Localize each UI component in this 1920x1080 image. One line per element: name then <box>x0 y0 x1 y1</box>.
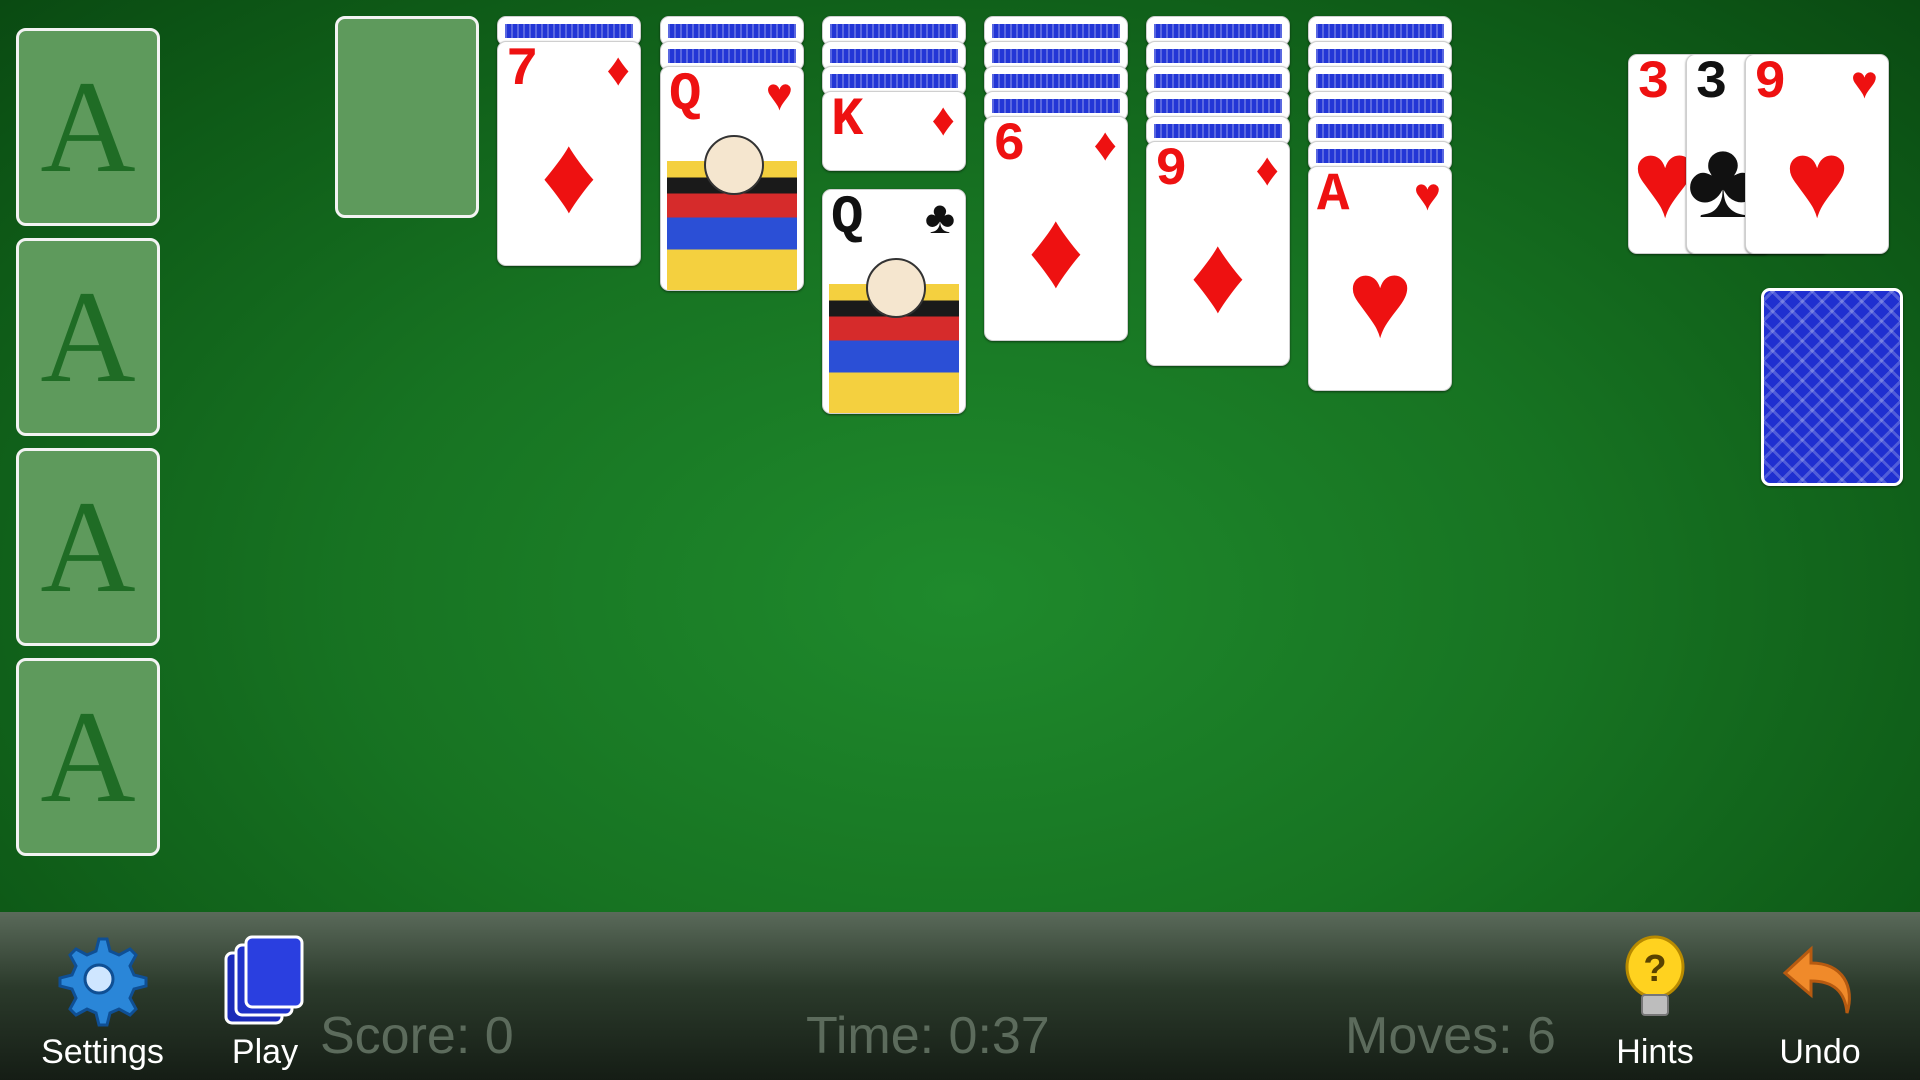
settings-label: Settings <box>41 1033 164 1071</box>
card-center-suit: ♦ <box>1189 213 1247 336</box>
lightbulb-icon: ? <box>1625 935 1685 1016</box>
card-rank: A <box>1317 166 1350 226</box>
card-suit: ♦ <box>1093 118 1117 170</box>
card-suit: ♣ <box>924 191 955 243</box>
court-card-face <box>866 258 926 318</box>
tableau-card[interactable]: 9 ♦ ♦ <box>1146 141 1290 366</box>
moves-display: Moves: 6 <box>1345 1007 1556 1065</box>
card-suit: ♦ <box>606 43 630 95</box>
card-center-suit: ♦ <box>1027 188 1085 311</box>
tableau-card[interactable]: 6 ♦ ♦ <box>984 116 1128 341</box>
game-table: A A A A 7 ♦ ♦ Q ♥ K ♦ Q ♣ 6 ♦ ♦ 9 ♦ ♦ A ♥ ♥ 3 ♥ 3 ♣ 9 ♥ ♥ <box>0 0 1920 912</box>
card-rank: 7 <box>506 41 539 101</box>
undo-arrow-icon <box>1782 945 1851 1014</box>
card-rank: 9 <box>1155 141 1188 201</box>
undo-label: Undo <box>1779 1033 1861 1071</box>
foundation-slot-2[interactable]: A <box>16 238 160 436</box>
card-rank: 3 <box>1637 54 1670 114</box>
cards-icon <box>224 935 304 1025</box>
tableau-card[interactable]: Q ♥ <box>660 66 804 291</box>
foundation-slot-1[interactable]: A <box>16 28 160 226</box>
card-rank: K <box>831 91 864 151</box>
tableau-column-1-empty[interactable] <box>335 16 479 218</box>
card-suit: ♥ <box>1850 56 1878 108</box>
tableau-card[interactable]: 7 ♦ ♦ <box>497 41 641 266</box>
card-suit: ♥ <box>1413 168 1441 220</box>
score-display: Score: 0 <box>320 1007 514 1065</box>
foundation-label: A <box>40 473 136 620</box>
stock-pile[interactable] <box>1761 288 1903 486</box>
foundation-slot-4[interactable]: A <box>16 658 160 856</box>
foundation-label: A <box>40 683 136 830</box>
time-display: Time: 0:37 <box>806 1007 1050 1065</box>
tableau-card[interactable]: K ♦ <box>822 91 966 171</box>
foundation-label: A <box>40 263 136 410</box>
play-label: Play <box>231 1033 299 1071</box>
card-suit: ♥ <box>765 68 793 120</box>
court-card-face <box>704 135 764 195</box>
hints-label: Hints <box>1616 1033 1694 1071</box>
card-rank: Q <box>669 66 702 126</box>
card-rank: 3 <box>1695 54 1728 114</box>
tableau-card[interactable]: Q ♣ <box>822 189 966 414</box>
card-rank: 9 <box>1754 54 1787 114</box>
card-center-suit: ♦ <box>540 113 598 236</box>
card-rank: 6 <box>993 116 1026 176</box>
card-suit: ♦ <box>1255 143 1279 195</box>
gear-icon <box>58 937 147 1027</box>
undo-button[interactable]: Undo <box>1765 931 1875 1072</box>
svg-text:?: ? <box>1643 948 1666 990</box>
card-rank: Q <box>831 189 864 249</box>
foundation-slot-3[interactable]: A <box>16 448 160 646</box>
play-button[interactable]: Play <box>215 931 315 1072</box>
card-center-suit: ♥ <box>1784 118 1850 241</box>
card-center-suit: ♥ <box>1347 238 1413 361</box>
foundation-label: A <box>40 53 136 200</box>
card-suit: ♦ <box>931 93 955 145</box>
settings-button[interactable]: Settings <box>30 931 175 1072</box>
waste-card[interactable]: 9 ♥ ♥ <box>1745 54 1889 254</box>
hints-button[interactable]: ? Hints <box>1600 931 1710 1072</box>
bottom-toolbar: Settings Play Score: 0 Time: 0:37 Moves:… <box>0 912 1920 1080</box>
tableau-card[interactable]: A ♥ ♥ <box>1308 166 1452 391</box>
